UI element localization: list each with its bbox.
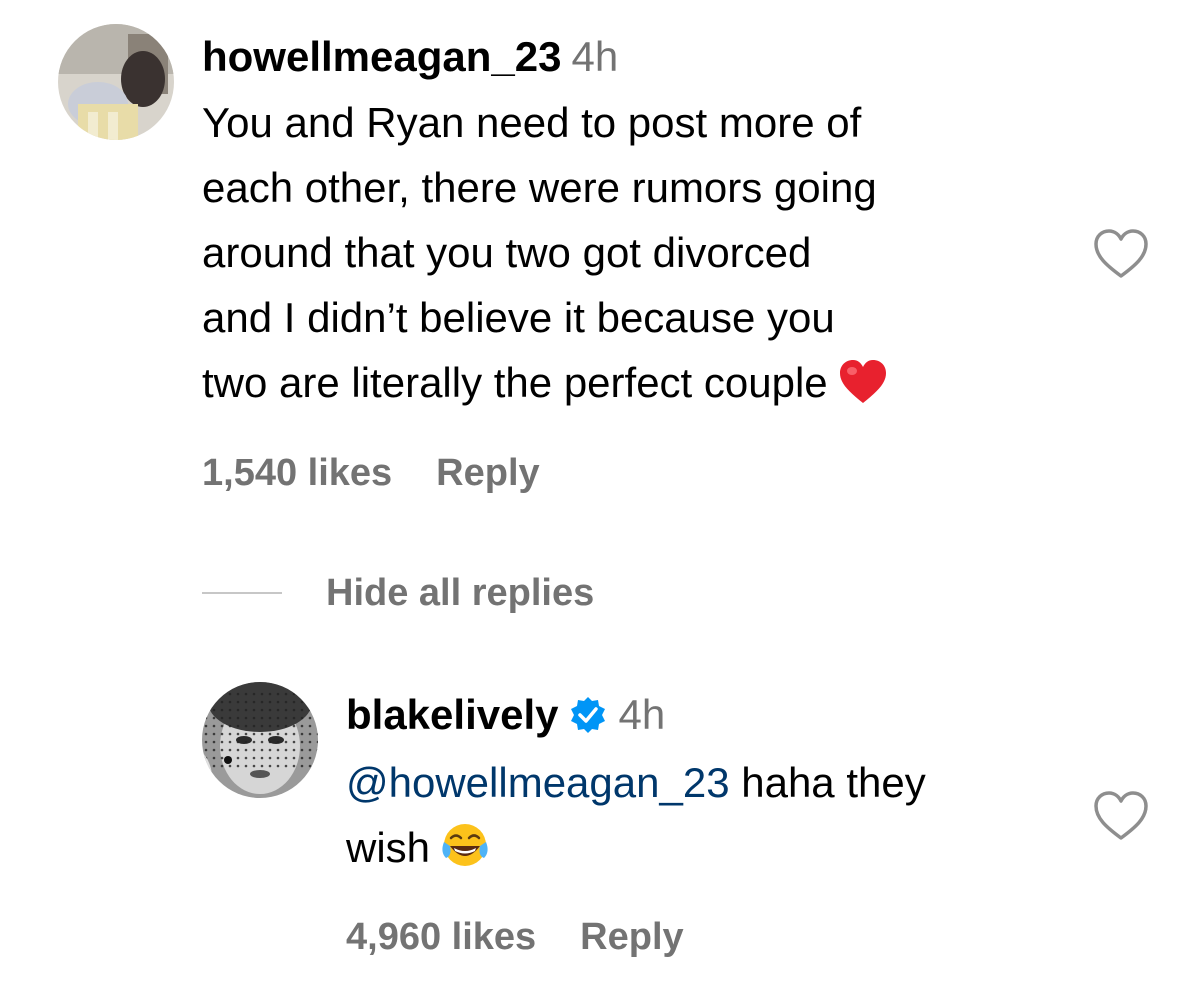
comment-text-line: each other, there were rumors going [202, 164, 877, 211]
like-comment-heart-icon[interactable] [1092, 228, 1150, 280]
reply-text-line: @howellmeagan_23 haha they [346, 750, 1086, 815]
reply-text: @howellmeagan_23 haha they wish [346, 750, 1086, 888]
comment-text-line: You and Ryan need to post more of [202, 99, 862, 146]
comment-text: You and Ryan need to post more of each o… [202, 90, 1082, 423]
face-with-tears-of-joy-emoji [440, 820, 490, 888]
comment-meta-row: 1,540 likes Reply [202, 450, 540, 496]
reply-author-username[interactable]: blakelively [346, 691, 558, 738]
comment-text-line-content: two are literally the perfect couple [202, 359, 828, 406]
comment-text-line: two are literally the perfect couple [202, 350, 1082, 423]
hide-replies-label: Hide all replies [326, 571, 595, 614]
reply-timestamp[interactable]: 4h [618, 691, 665, 738]
reply-author-avatar[interactable] [202, 682, 318, 798]
reply-text-segment: wish [346, 824, 431, 871]
red-heart-emoji [838, 358, 888, 423]
comment-text-line: and I didn’t believe it because you [202, 294, 835, 341]
reply-reply-button[interactable]: Reply [580, 916, 683, 958]
commenter-username[interactable]: howellmeagan_23 [202, 33, 561, 80]
reply-header: blakelively 4h [346, 690, 665, 746]
replies-divider-line [202, 592, 282, 594]
hide-replies-toggle[interactable]: Hide all replies [202, 570, 594, 616]
reply-meta-row: 4,960 likes Reply [346, 914, 684, 960]
comment-text-line: around that you two got divorced [202, 229, 812, 276]
verified-badge-icon [568, 695, 608, 746]
commenter-avatar[interactable] [58, 24, 174, 140]
comment-reply-button[interactable]: Reply [436, 452, 539, 494]
comment-header: howellmeagan_23 4h [202, 32, 618, 82]
reply-likes-count[interactable]: 4,960 likes [346, 916, 536, 958]
comment-likes-count[interactable]: 1,540 likes [202, 452, 392, 494]
reply-text-segment: haha they [729, 759, 926, 806]
like-reply-heart-icon[interactable] [1092, 790, 1150, 842]
comment-timestamp[interactable]: 4h [571, 33, 618, 80]
mention-link[interactable]: @howellmeagan_23 [346, 759, 730, 806]
reply-text-line: wish [346, 815, 1086, 888]
